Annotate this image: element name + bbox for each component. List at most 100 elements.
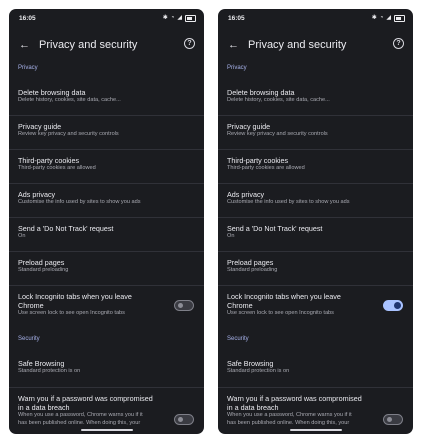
setting-subtitle: Third-party cookies are allowed [18, 165, 96, 171]
toggle-knob [394, 302, 401, 309]
setting-title: Preload pages [227, 258, 274, 267]
setting-subtitle: Standard protection is on [227, 368, 290, 374]
setting-subtitle: Third-party cookies are allowed [227, 165, 305, 171]
section-header-privacy: Privacy [227, 65, 247, 71]
setting-subtitle: Use screen lock to see open Incognito ta… [227, 310, 334, 316]
setting-subtitle: Customise the info used by sites to show… [18, 199, 141, 205]
home-indicator[interactable] [290, 429, 342, 431]
setting-subtitle: Customise the info used by sites to show… [227, 199, 350, 205]
vibrate-icon: ✱ [371, 15, 377, 21]
setting-subtitle: On [227, 233, 235, 239]
battery-icon [185, 14, 196, 22]
setting-subtitle: Standard preloading [18, 267, 69, 273]
phone-screen-right: 16:05 ✱ ◔ ◢ ← Privacy and security ? Pri… [218, 9, 413, 434]
password-breach-toggle[interactable] [383, 414, 403, 425]
setting-subtitle: Standard protection is on [18, 368, 81, 374]
app-bar: ← Privacy and security ? [218, 35, 413, 61]
setting-do-not-track[interactable]: Send a 'Do Not Track' request On [18, 224, 195, 241]
wifi-icon: ◔ [379, 15, 384, 21]
status-bar: 16:05 ✱ ◔ ◢ [218, 9, 413, 29]
setting-title-line1: Warn you if a password was compromised [227, 394, 362, 403]
password-breach-toggle[interactable] [174, 414, 194, 425]
help-icon[interactable]: ? [393, 38, 404, 49]
divider [218, 149, 413, 150]
setting-delete-browsing-data[interactable]: Delete browsing data Delete history, coo… [18, 88, 195, 105]
status-time: 16:05 [19, 15, 36, 22]
setting-subtitle: Delete history, cookies, site data, cach… [18, 97, 121, 103]
divider [9, 115, 204, 116]
setting-third-party-cookies[interactable]: Third-party cookies Third-party cookies … [227, 156, 404, 173]
setting-title-line2: Chrome [227, 301, 253, 310]
divider [218, 115, 413, 116]
setting-lock-incognito-tabs[interactable]: Lock Incognito tabs when you leave Chrom… [18, 292, 168, 318]
divider [9, 387, 204, 388]
setting-privacy-guide[interactable]: Privacy guide Review key privacy and sec… [227, 122, 404, 139]
setting-title-line1: Lock Incognito tabs when you leave [227, 292, 341, 301]
wifi-icon: ◔ [170, 15, 175, 21]
setting-subtitle: Review key privacy and security controls [227, 131, 328, 137]
setting-title-line2: in a data breach [18, 403, 70, 412]
setting-title-line1: Warn you if a password was compromised [18, 394, 153, 403]
setting-title: Send a 'Do Not Track' request [227, 224, 323, 233]
setting-password-breach-warning[interactable]: Warn you if a password was compromised i… [227, 394, 377, 430]
phone-screen-left: 16:05 ✱ ◔ ◢ ← Privacy and security ? Pri… [9, 9, 204, 434]
section-header-privacy: Privacy [18, 65, 38, 71]
setting-subtitle: On [18, 233, 26, 239]
setting-subtitle-line2: has been published online. When doing th… [227, 419, 350, 426]
home-indicator[interactable] [81, 429, 133, 431]
setting-title: Third-party cookies [18, 156, 80, 165]
battery-icon [394, 14, 405, 22]
help-icon[interactable]: ? [184, 38, 195, 49]
divider [218, 183, 413, 184]
divider [9, 149, 204, 150]
setting-title: Safe Browsing [227, 359, 274, 368]
back-arrow-icon[interactable]: ← [228, 38, 239, 52]
lock-incognito-toggle[interactable] [174, 300, 194, 311]
setting-safe-browsing[interactable]: Safe Browsing Standard protection is on [227, 359, 404, 376]
setting-lock-incognito-tabs[interactable]: Lock Incognito tabs when you leave Chrom… [227, 292, 377, 318]
setting-title: Delete browsing data [18, 88, 86, 97]
setting-title: Privacy guide [227, 122, 271, 131]
signal-icon: ◢ [386, 15, 391, 21]
status-icons: ✱ ◔ ◢ [372, 14, 405, 22]
vibrate-icon: ✱ [162, 15, 168, 21]
section-header-security: Security [18, 336, 40, 342]
page-title: Privacy and security [39, 39, 138, 51]
divider [9, 217, 204, 218]
setting-subtitle: Use screen lock to see open Incognito ta… [18, 310, 125, 316]
status-icons: ✱ ◔ ◢ [163, 14, 196, 22]
setting-subtitle-line1: When you use a password, Chrome warns yo… [227, 412, 352, 418]
section-header-security: Security [227, 336, 249, 342]
status-time: 16:05 [228, 15, 245, 22]
setting-ads-privacy[interactable]: Ads privacy Customise the info used by s… [227, 190, 404, 207]
toggle-knob [178, 303, 183, 308]
setting-subtitle: Review key privacy and security controls [18, 131, 119, 137]
divider [218, 251, 413, 252]
divider [218, 217, 413, 218]
divider [218, 387, 413, 388]
divider [218, 285, 413, 286]
setting-do-not-track[interactable]: Send a 'Do Not Track' request On [227, 224, 404, 241]
setting-title: Send a 'Do Not Track' request [18, 224, 114, 233]
setting-subtitle-line1: When you use a password, Chrome warns yo… [18, 412, 143, 418]
setting-title: Safe Browsing [18, 359, 65, 368]
setting-title: Third-party cookies [227, 156, 289, 165]
setting-title: Preload pages [18, 258, 65, 267]
signal-icon: ◢ [177, 15, 182, 21]
setting-delete-browsing-data[interactable]: Delete browsing data Delete history, coo… [227, 88, 404, 105]
divider [9, 183, 204, 184]
setting-preload-pages[interactable]: Preload pages Standard preloading [18, 258, 195, 275]
setting-ads-privacy[interactable]: Ads privacy Customise the info used by s… [18, 190, 195, 207]
setting-title: Ads privacy [18, 190, 56, 199]
lock-incognito-toggle[interactable] [383, 300, 403, 311]
setting-password-breach-warning[interactable]: Warn you if a password was compromised i… [18, 394, 168, 430]
setting-subtitle: Delete history, cookies, site data, cach… [227, 97, 330, 103]
setting-safe-browsing[interactable]: Safe Browsing Standard protection is on [18, 359, 195, 376]
status-bar: 16:05 ✱ ◔ ◢ [9, 9, 204, 29]
setting-third-party-cookies[interactable]: Third-party cookies Third-party cookies … [18, 156, 195, 173]
setting-privacy-guide[interactable]: Privacy guide Review key privacy and sec… [18, 122, 195, 139]
back-arrow-icon[interactable]: ← [19, 38, 30, 52]
setting-preload-pages[interactable]: Preload pages Standard preloading [227, 258, 404, 275]
toggle-knob [387, 417, 392, 422]
page-title: Privacy and security [248, 39, 347, 51]
